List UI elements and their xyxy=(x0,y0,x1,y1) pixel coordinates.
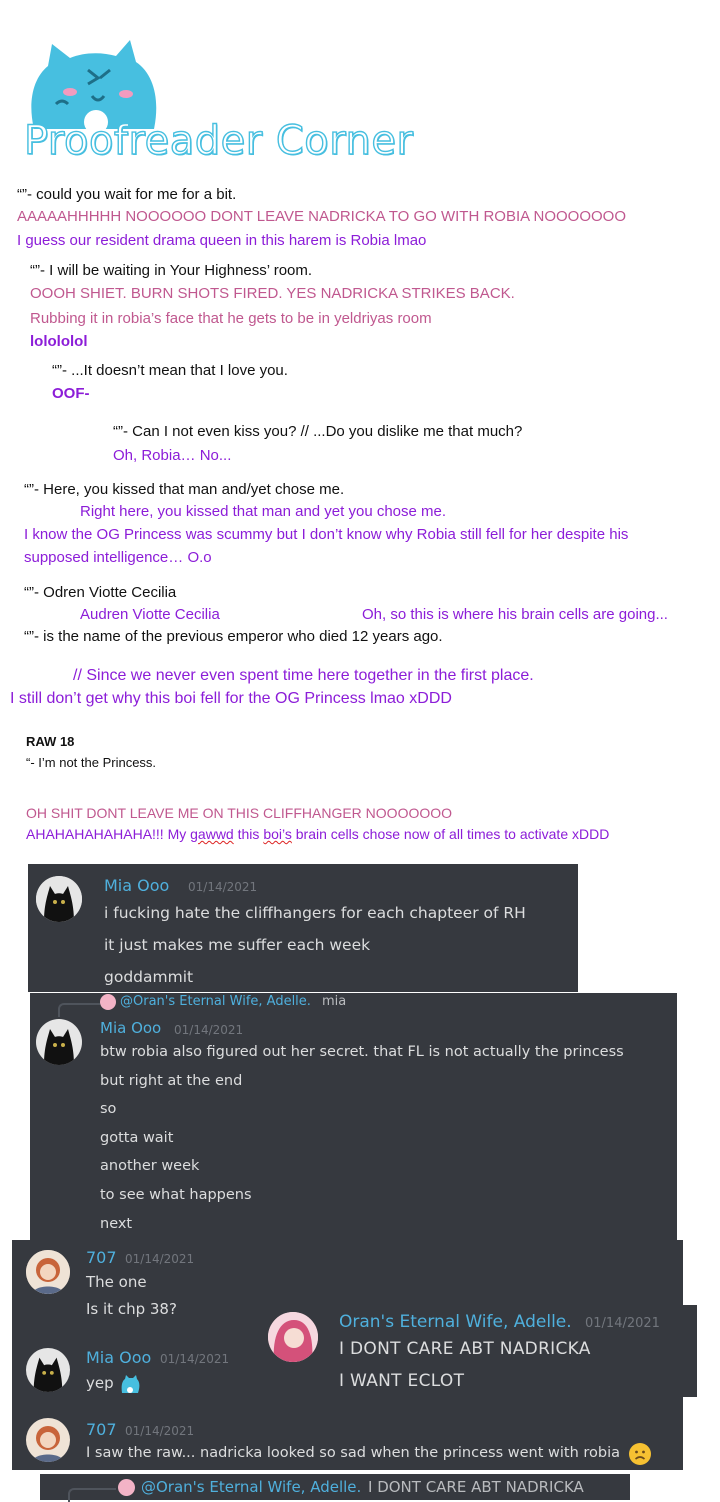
doc-line: OH SHIT DONT LEAVE ME ON THIS CLIFFHANGE… xyxy=(26,805,453,821)
username[interactable]: Mia Ooo xyxy=(86,1348,151,1367)
timestamp: 01/14/2021 xyxy=(160,1352,230,1366)
message-text: gotta wait xyxy=(100,1130,174,1146)
doc-line: I know the OG Princess was scummy but I … xyxy=(24,526,629,543)
pink-hair-avatar xyxy=(118,1479,135,1496)
username[interactable]: Mia Ooo xyxy=(104,876,169,895)
doc-line: AHAHAHAHAHAHA!!! My gawwd this boi’s bra… xyxy=(26,826,610,842)
page-title: Proofreader Corner xyxy=(23,117,414,164)
username[interactable]: 707 xyxy=(86,1420,117,1439)
message-text: I DONT CARE ABT NADRICKA xyxy=(339,1339,591,1359)
anime-girl-avatar[interactable] xyxy=(26,1250,70,1294)
message-text: goddammit xyxy=(104,968,194,986)
timestamp: 01/14/2021 xyxy=(125,1424,195,1438)
message-text: so xyxy=(100,1101,117,1117)
username[interactable]: Oran's Eternal Wife, Adelle. xyxy=(339,1312,572,1332)
doc-line: “”- Odren Viotte Cecilia xyxy=(24,584,177,601)
black-cat-avatar[interactable] xyxy=(36,876,82,922)
doc-line: Audren Viotte Cecilia xyxy=(80,606,220,623)
discord-message-group: Mia Ooo 01/14/2021 i fucking hate the cl… xyxy=(28,864,578,992)
anime-girl-avatar[interactable] xyxy=(26,1418,70,1462)
reply-preview: mia xyxy=(322,994,347,1009)
message-text: i fucking hate the cliffhangers for each… xyxy=(104,904,526,922)
message-text: yep xyxy=(86,1374,114,1392)
doc-line: supposed intelligence… O.o xyxy=(24,549,212,566)
reply-preview: I DONT CARE ABT NADRICKA xyxy=(368,1478,584,1496)
message-text: it just makes me suffer each week xyxy=(104,936,371,954)
doc-line: Oh, so this is where his brain cells are… xyxy=(362,606,668,623)
reply-mention[interactable]: @Oran's Eternal Wife, Adelle. xyxy=(120,994,311,1009)
message-text: I saw the raw... nadricka looked so sad … xyxy=(86,1445,621,1461)
message-text: but right at the end xyxy=(100,1073,243,1089)
discord-message-group: 707 01/14/2021 I saw the raw... nadricka… xyxy=(12,1402,683,1470)
doc-line: “”- is the name of the previous emperor … xyxy=(24,628,443,645)
pink-hair-avatar[interactable] xyxy=(268,1312,318,1362)
doc-line: lolololol xyxy=(30,333,88,350)
message-text: Is it chp 38? xyxy=(86,1300,177,1318)
timestamp: 01/14/2021 xyxy=(188,880,258,894)
pink-hair-avatar xyxy=(100,994,116,1010)
doc-line: “”- I will be waiting in Your Highness’ … xyxy=(30,262,313,279)
message-text: another week xyxy=(100,1158,200,1174)
doc-line: AAAAAHHHHH NOOOOOO DONT LEAVE NADRICKA T… xyxy=(17,208,626,225)
timestamp: 01/14/2021 xyxy=(585,1316,660,1331)
timestamp: 01/14/2021 xyxy=(174,1023,244,1037)
doc-line: “”- Here, you kissed that man and/yet ch… xyxy=(24,481,345,498)
message-text: btw robia also figured out her secret. t… xyxy=(100,1044,624,1060)
raw-heading: RAW 18 xyxy=(26,734,75,749)
doc-line: OOOH SHIET. BURN SHOTS FIRED. YES NADRIC… xyxy=(30,285,515,302)
discord-reply-strip: @Oran's Eternal Wife, Adelle. I DONT CAR… xyxy=(40,1474,630,1502)
message-text: The one xyxy=(86,1273,147,1291)
timestamp: 01/14/2021 xyxy=(125,1252,195,1266)
doc-line: “- I’m not the Princess. xyxy=(26,755,157,770)
doc-line: I guess our resident drama queen in this… xyxy=(17,232,427,249)
black-cat-avatar[interactable] xyxy=(36,1019,82,1065)
cat-emoji xyxy=(120,1374,140,1394)
username[interactable]: 707 xyxy=(86,1248,117,1267)
discord-message-group: @Oran's Eternal Wife, Adelle. mia Mia Oo… xyxy=(30,993,677,1241)
doc-line: Right here, you kissed that man and yet … xyxy=(80,503,447,520)
reply-connector xyxy=(58,1003,100,1017)
sad-face-emoji xyxy=(628,1442,652,1466)
username[interactable]: Mia Ooo xyxy=(100,1019,161,1037)
discord-message-group: Oran's Eternal Wife, Adelle. 01/14/2021 … xyxy=(258,1305,697,1397)
message-text: I WANT ECLOT xyxy=(339,1371,465,1391)
black-cat-avatar[interactable] xyxy=(26,1348,70,1392)
doc-line: Rubbing it in robia’s face that he gets … xyxy=(30,310,432,327)
message-text: next xyxy=(100,1216,133,1232)
doc-line: Oh, Robia… No... xyxy=(113,447,232,464)
doc-line: “”- ...It doesn’t mean that I love you. xyxy=(52,362,288,379)
doc-line: // Since we never even spent time here t… xyxy=(73,667,534,684)
message-text: to see what happens xyxy=(100,1187,252,1203)
reply-mention[interactable]: @Oran's Eternal Wife, Adelle. xyxy=(141,1478,361,1496)
doc-line: “”- could you wait for me for a bit. xyxy=(17,186,237,203)
doc-line: OOF- xyxy=(52,385,90,402)
doc-line: I still don’t get why this boi fell for … xyxy=(10,690,452,707)
doc-line: “”- Can I not even kiss you? // ...Do yo… xyxy=(113,423,523,440)
